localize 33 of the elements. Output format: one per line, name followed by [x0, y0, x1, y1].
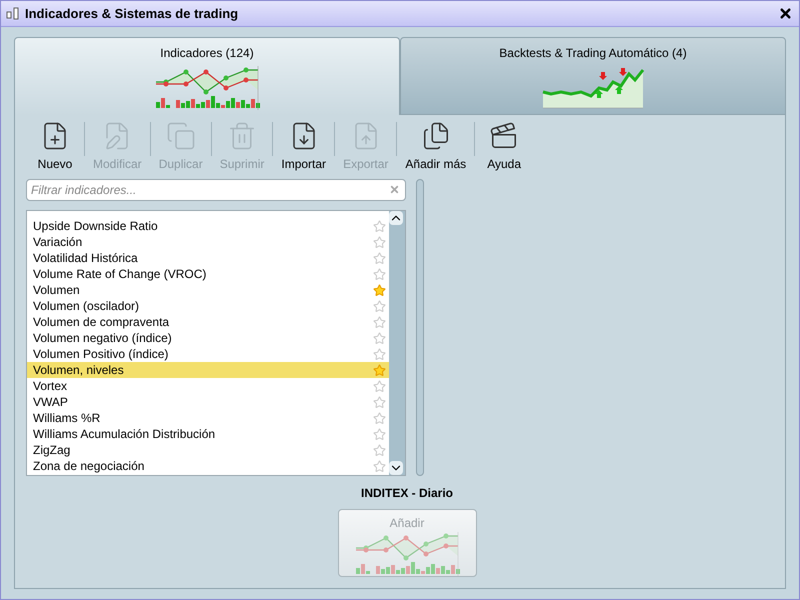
indicator-row[interactable]: VWAP: [27, 394, 389, 410]
indicator-row[interactable]: Volumen de compraventa: [27, 314, 389, 330]
indicator-row[interactable]: Zona de negociación: [27, 458, 389, 474]
toolbar-button[interactable]: Nuevo: [26, 121, 84, 173]
tab[interactable]: Indicadores (124): [14, 37, 400, 115]
indicator-row[interactable]: ZigZag: [27, 442, 389, 458]
indicator-row[interactable]: Upside Downside Ratio: [27, 218, 389, 234]
indicator-row[interactable]: Variación: [27, 234, 389, 250]
search-field[interactable]: Filtrar indicadores...: [26, 179, 406, 201]
toolbar-button[interactable]: Importar: [273, 121, 334, 173]
indicator-row[interactable]: Volumen: [27, 282, 389, 298]
toolbar-button[interactable]: Ayuda: [475, 121, 534, 173]
indicator-row[interactable]: Williams Acumulación Distribución: [27, 426, 389, 442]
indicator-row[interactable]: Volumen, niveles: [27, 362, 389, 378]
close-icon: [778, 6, 793, 21]
indicator-row[interactable]: Volumen negativo (índice): [27, 330, 389, 346]
chart-context-label: INDITEX - Diario: [360, 485, 453, 502]
indicator-row[interactable]: Volumen (oscilador): [27, 298, 389, 314]
tab[interactable]: Backtests & Trading Automático (4): [400, 37, 786, 115]
toolbar-icon: [166, 121, 196, 151]
indicator-row[interactable]: Volumen Positivo (índice): [27, 346, 389, 362]
scroll-up-icon: [389, 211, 403, 225]
scrollbar[interactable]: [389, 211, 405, 475]
indicator-row[interactable]: Williams %R: [27, 410, 389, 426]
clear-icon[interactable]: [389, 184, 400, 195]
toolbar-button[interactable]: Añadir más: [397, 121, 474, 173]
window-title: Indicadores & Sistemas de trading: [25, 4, 240, 23]
splitter-handle[interactable]: [416, 179, 424, 476]
indicator-row[interactable]: Volatilidad Histórica: [27, 250, 389, 266]
indicator-row[interactable]: Volume Rate of Change (VROC): [27, 266, 389, 282]
candlestick-icon: [5, 6, 21, 22]
indicator-row[interactable]: Vortex: [27, 378, 389, 394]
scroll-down-icon: [389, 461, 403, 475]
